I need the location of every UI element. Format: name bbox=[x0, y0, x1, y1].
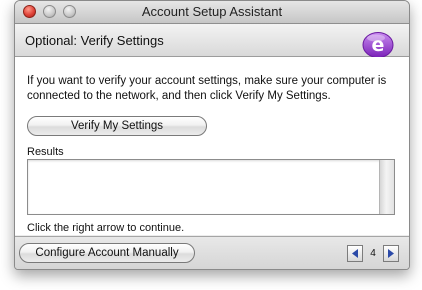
entourage-e-icon: e bbox=[362, 32, 394, 58]
window-title: Account Setup Assistant bbox=[141, 4, 283, 19]
title-bar[interactable]: Account Setup Assistant bbox=[15, 1, 409, 24]
right-arrow-icon bbox=[388, 248, 394, 258]
page-number: 4 bbox=[370, 247, 376, 259]
intro-text: If you want to verify your account setti… bbox=[27, 75, 387, 102]
continue-hint: Click the right arrow to continue. bbox=[27, 222, 185, 234]
results-scrollbar[interactable] bbox=[379, 160, 394, 214]
step-title: Optional: Verify Settings bbox=[25, 33, 164, 48]
results-box[interactable] bbox=[27, 159, 395, 215]
results-label: Results bbox=[27, 146, 64, 158]
footer-bar: Configure Account Manually 4 bbox=[15, 236, 409, 269]
next-page-button[interactable] bbox=[383, 244, 399, 262]
left-arrow-icon bbox=[352, 248, 358, 258]
svg-text:e: e bbox=[372, 34, 385, 56]
content-area: If you want to verify your account setti… bbox=[15, 57, 409, 235]
verify-my-settings-button[interactable]: Verify My Settings bbox=[27, 116, 207, 136]
assistant-window: Account Setup Assistant Optional: Verify… bbox=[14, 0, 410, 270]
page-navigator: 4 bbox=[347, 244, 399, 262]
previous-page-button[interactable] bbox=[347, 244, 363, 262]
step-header: Optional: Verify Settings e bbox=[15, 24, 409, 58]
configure-account-manually-button[interactable]: Configure Account Manually bbox=[19, 243, 195, 263]
